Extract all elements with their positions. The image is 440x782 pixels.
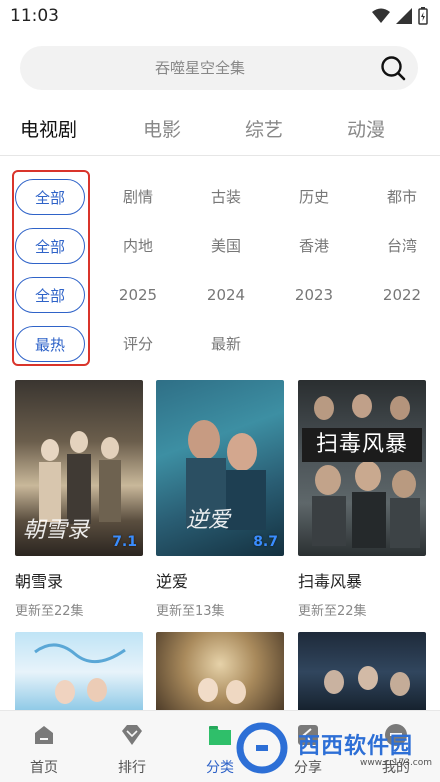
nav-home-label: 首页 <box>30 760 58 776</box>
tabs-divider <box>0 155 440 156</box>
search-placeholder: 吞噬星空全集 <box>154 59 245 77</box>
content-card[interactable] <box>156 632 284 712</box>
poster-title-art: 朝雪录 <box>23 518 90 543</box>
search-icon[interactable] <box>380 55 406 81</box>
watermark-url: www.cr173.com <box>360 758 433 768</box>
watermark-logo-icon <box>236 722 288 774</box>
card-episode-status: 更新至22集 <box>15 604 84 619</box>
filter-genre-history[interactable]: 历史 <box>284 179 344 215</box>
filter-region-usa[interactable]: 美国 <box>196 228 256 264</box>
watermark-text: 西西软件园 <box>298 734 414 759</box>
filter-genre-drama[interactable]: 剧情 <box>108 179 168 215</box>
filter-region-mainland[interactable]: 内地 <box>108 228 168 264</box>
card-title[interactable]: 扫毒风暴 <box>298 568 426 592</box>
filter-genre-urban[interactable]: 都市 <box>372 179 432 215</box>
status-icons <box>372 6 428 26</box>
filter-region-hongkong[interactable]: 香港 <box>284 228 344 264</box>
poster-title-art: 扫毒风暴 <box>302 428 422 462</box>
content-card[interactable]: 逆爱 8.7 逆爱 更新至13集 <box>156 380 284 619</box>
filter-year-2024[interactable]: 2024 <box>196 277 256 313</box>
poster-image[interactable] <box>298 632 426 712</box>
poster-image[interactable]: 逆爱 8.7 <box>156 380 284 556</box>
poster-image[interactable]: 扫毒风暴 <box>298 380 426 556</box>
site-watermark: 西西软件园 www.cr173.com <box>232 718 432 774</box>
poster-figures <box>198 678 246 704</box>
filter-region-taiwan[interactable]: 台湾 <box>372 228 432 264</box>
filter-year-2025[interactable]: 2025 <box>108 277 168 313</box>
tab-anime[interactable]: 动漫 <box>347 108 385 152</box>
content-card[interactable]: 扫毒风暴 扫毒风暴 更新至22集 <box>298 380 426 619</box>
poster-image[interactable] <box>15 632 143 712</box>
ranking-icon <box>122 725 142 745</box>
card-title[interactable]: 逆爱 <box>156 568 284 592</box>
battery-icon <box>418 7 428 25</box>
filter-year-2022[interactable]: 2022 <box>372 277 432 313</box>
nav-home[interactable]: 首页 <box>0 711 88 782</box>
category-icon <box>209 726 231 745</box>
status-time: 11:03 <box>10 6 59 26</box>
rating-score: 8.7 <box>253 534 278 550</box>
cellular-signal-icon <box>396 8 412 24</box>
tab-tv-series[interactable]: 电视剧 <box>20 108 77 152</box>
tab-movies[interactable]: 电影 <box>143 108 181 152</box>
rating-score: 7.1 <box>112 534 137 550</box>
nav-ranking[interactable]: 排行 <box>88 711 176 782</box>
home-icon <box>35 726 53 744</box>
nav-ranking-label: 排行 <box>118 760 146 776</box>
wifi-icon <box>372 8 390 23</box>
poster-figures <box>312 394 420 548</box>
poster-figures <box>324 666 410 696</box>
filter-genre-costume[interactable]: 古装 <box>196 179 256 215</box>
category-tabs: 电视剧 电影 综艺 动漫 <box>0 108 440 154</box>
content-card[interactable] <box>298 632 426 712</box>
content-card[interactable]: 朝雪录 7.1 朝雪录 更新至22集 <box>15 380 143 619</box>
tab-variety[interactable]: 综艺 <box>245 108 283 152</box>
card-episode-status: 更新至13集 <box>156 604 225 619</box>
content-card[interactable] <box>15 632 143 712</box>
card-episode-status: 更新至22集 <box>298 604 367 619</box>
filter-year-2023[interactable]: 2023 <box>284 277 344 313</box>
selected-filters-highlight <box>12 170 90 366</box>
poster-image[interactable] <box>156 632 284 712</box>
poster-image[interactable]: 朝雪录 7.1 <box>15 380 143 556</box>
search-input[interactable]: 吞噬星空全集 <box>20 46 418 90</box>
sort-rating[interactable]: 评分 <box>108 326 168 362</box>
poster-title-art: 逆爱 <box>186 508 231 533</box>
card-title[interactable]: 朝雪录 <box>15 568 143 592</box>
poster-figures <box>34 643 126 704</box>
sort-latest[interactable]: 最新 <box>196 326 256 362</box>
status-bar: 11:03 <box>0 0 440 32</box>
